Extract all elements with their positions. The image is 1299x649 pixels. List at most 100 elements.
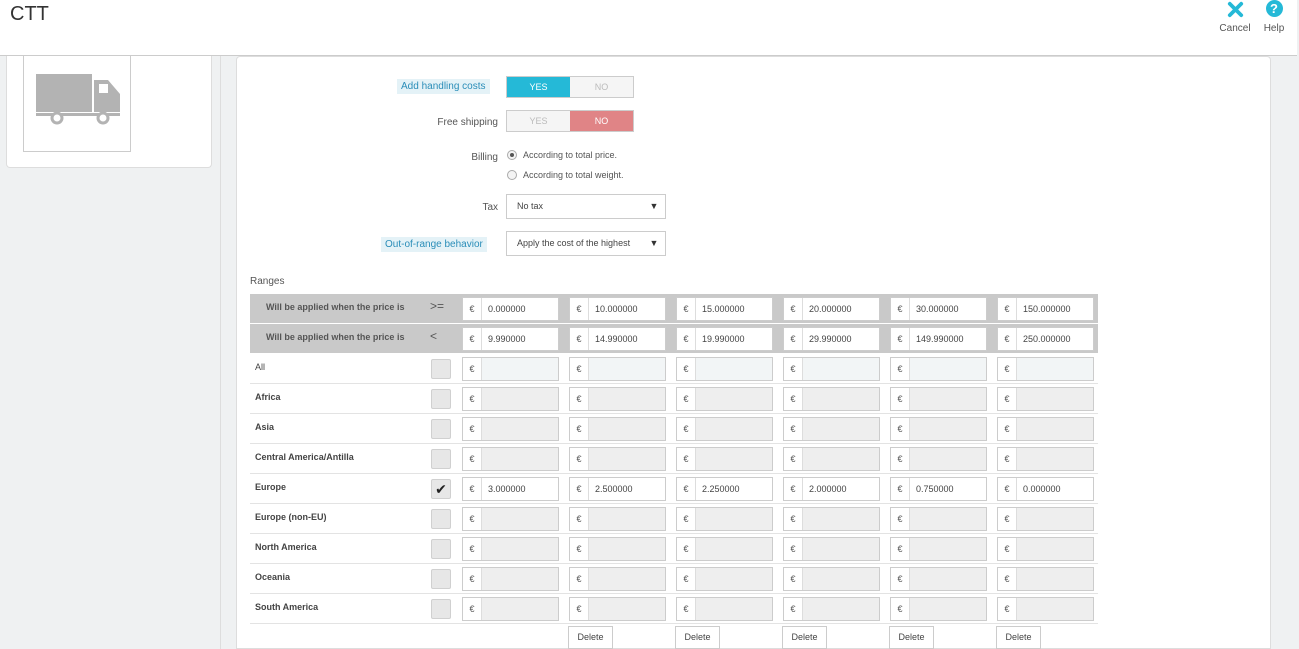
zone-price-input[interactable]: € [783,537,880,561]
zone-price-input[interactable]: € [462,567,559,591]
zone-price-input[interactable]: € [569,537,666,561]
zone-price-input[interactable]: € [462,597,559,621]
zone-price-input[interactable]: €2.500000 [569,477,666,501]
zone-price-input[interactable]: € [569,387,666,411]
zone-price-input[interactable]: € [569,597,666,621]
zone-checkbox[interactable] [431,569,451,589]
range-to-input[interactable]: €250.000000 [997,327,1094,351]
delete-range-button[interactable]: Delete [568,626,613,649]
zone-price-input[interactable]: € [569,357,666,381]
zone-price-input[interactable]: € [783,387,880,411]
tax-select[interactable]: No tax ▼ [506,194,666,219]
zone-price-input[interactable]: € [997,567,1094,591]
zone-price-value [803,418,879,440]
zone-price-input[interactable]: €0.750000 [890,477,987,501]
delete-range-button[interactable]: Delete [889,626,934,649]
handling-no-option[interactable]: NO [570,77,633,97]
delete-range-button[interactable]: Delete [782,626,827,649]
zone-price-input[interactable]: € [997,357,1094,381]
zone-checkbox[interactable]: ✔ [431,479,451,499]
range-to-input[interactable]: €19.990000 [676,327,773,351]
zone-price-input[interactable]: € [676,537,773,561]
zone-checkbox[interactable] [431,419,451,439]
zone-price-input[interactable]: €3.000000 [462,477,559,501]
delete-range-button[interactable]: Delete [675,626,720,649]
zone-price-input[interactable]: € [997,537,1094,561]
zone-price-input[interactable]: € [462,537,559,561]
zone-price-input[interactable]: € [783,357,880,381]
handling-yes-option[interactable]: YES [507,77,570,97]
zone-price-input[interactable]: € [569,417,666,441]
zone-price-input[interactable]: €0.000000 [997,477,1094,501]
zone-price-input[interactable]: € [890,507,987,531]
range-from-input[interactable]: €150.000000 [997,297,1094,321]
zone-price-input[interactable]: € [997,597,1094,621]
zone-price-input[interactable]: € [676,567,773,591]
zone-price-input[interactable]: € [676,417,773,441]
range-from-input[interactable]: €30.000000 [890,297,987,321]
range-to-input[interactable]: €14.990000 [569,327,666,351]
range-from-input[interactable]: €0.000000 [462,297,559,321]
range-from-input[interactable]: €20.000000 [783,297,880,321]
zone-price-input[interactable]: € [997,507,1094,531]
zone-checkbox[interactable] [431,449,451,469]
range-from-input[interactable]: €10.000000 [569,297,666,321]
billing-price-radio[interactable] [507,150,517,160]
zone-price-input[interactable]: € [569,567,666,591]
zone-price-input[interactable]: € [890,597,987,621]
zone-price-input[interactable]: € [462,357,559,381]
zone-price-input[interactable]: € [783,597,880,621]
handling-costs-switch[interactable]: YES NO [506,76,634,98]
free-shipping-switch[interactable]: YES NO [506,110,634,132]
zone-row: Asia € € € € € € [250,414,1098,444]
zone-price-input[interactable]: € [890,567,987,591]
currency-symbol: € [463,298,482,320]
zone-price-input[interactable]: € [783,567,880,591]
currency-symbol: € [570,358,589,380]
zone-price-input[interactable]: € [890,357,987,381]
help-button[interactable]: ? Help [1256,0,1292,34]
zone-price-value [482,358,558,380]
zone-price-input[interactable]: € [783,507,880,531]
zone-price-input[interactable]: € [890,417,987,441]
zone-price-input[interactable]: € [462,387,559,411]
billing-weight-radio[interactable] [507,170,517,180]
zone-price-input[interactable]: € [676,597,773,621]
range-to-input[interactable]: €29.990000 [783,327,880,351]
zone-price-input[interactable]: € [462,417,559,441]
zone-price-input[interactable]: € [676,507,773,531]
billing-option-weight[interactable]: According to total weight. [507,170,624,180]
range-from-input[interactable]: €15.000000 [676,297,773,321]
zone-price-input[interactable]: € [676,387,773,411]
billing-option-price[interactable]: According to total price. [507,150,617,160]
zone-price-input[interactable]: € [569,507,666,531]
zone-price-input[interactable]: €2.250000 [676,477,773,501]
zone-price-input[interactable]: € [890,447,987,471]
zone-price-input[interactable]: € [890,387,987,411]
zone-price-input[interactable]: € [783,447,880,471]
free-shipping-yes-option[interactable]: YES [507,111,570,131]
out-of-range-select[interactable]: Apply the cost of the highest ▼ [506,231,666,256]
zone-checkbox[interactable] [431,389,451,409]
zone-checkbox[interactable] [431,539,451,559]
currency-symbol: € [677,328,696,350]
zone-checkbox[interactable] [431,599,451,619]
zone-price-input[interactable]: € [997,447,1094,471]
range-to-input[interactable]: €9.990000 [462,327,559,351]
zone-price-input[interactable]: € [783,417,880,441]
zone-price-input[interactable]: € [462,447,559,471]
zone-price-input[interactable]: €2.000000 [783,477,880,501]
cancel-button[interactable]: Cancel [1217,0,1253,34]
range-to-input[interactable]: €149.990000 [890,327,987,351]
zone-price-input[interactable]: € [997,387,1094,411]
zone-price-input[interactable]: € [569,447,666,471]
zone-price-input[interactable]: € [890,537,987,561]
zone-price-input[interactable]: € [462,507,559,531]
zone-price-input[interactable]: € [676,447,773,471]
zone-checkbox[interactable] [431,359,451,379]
zone-price-input[interactable]: € [997,417,1094,441]
zone-checkbox[interactable] [431,509,451,529]
free-shipping-no-option[interactable]: NO [570,111,633,131]
delete-range-button[interactable]: Delete [996,626,1041,649]
zone-price-input[interactable]: € [676,357,773,381]
